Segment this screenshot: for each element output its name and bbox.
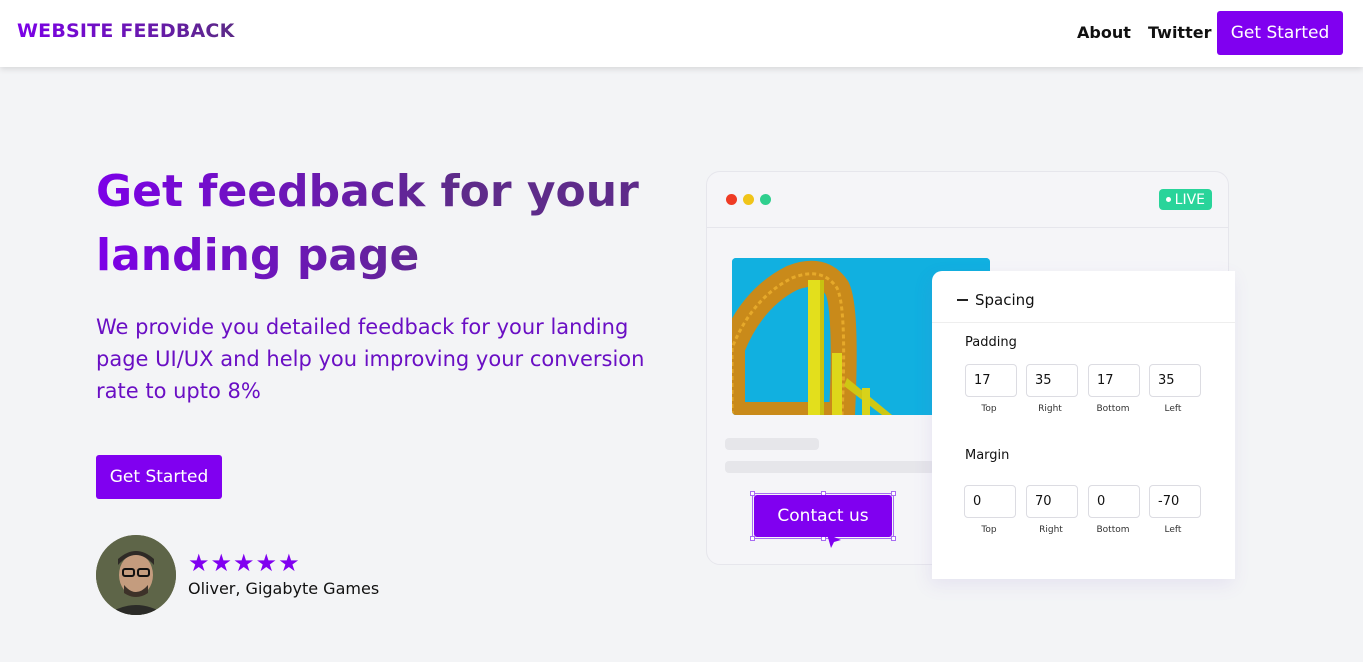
maximize-dot-icon [760,194,771,205]
rating-stars-icon: ★★★★★ [188,549,301,577]
avatar-portrait-icon [96,535,176,615]
pointer-cursor-icon [827,534,841,548]
nav-link-twitter[interactable]: Twitter [1148,23,1211,42]
padding-bottom-caption: Bottom [1096,404,1130,414]
margin-label: Margin [965,448,1010,463]
margin-top-caption: Top [981,525,997,535]
live-badge: LIVE [1158,189,1212,210]
window-titlebar: LIVE [707,172,1228,228]
margin-bottom-caption: Bottom [1096,525,1130,535]
margin-left-input[interactable]: -70 [1149,485,1201,518]
placeholder-line [725,438,819,450]
hero-subtitle: We provide you detailed feedback for you… [96,315,645,403]
nav-link-about[interactable]: About [1077,23,1131,42]
margin-top-input[interactable]: 0 [964,485,1016,518]
minimize-dot-icon [743,194,754,205]
margin-right-input[interactable]: 70 [1026,485,1078,518]
testimonial-author: Oliver, Gigabyte Games [188,579,380,598]
resize-handle-icon[interactable] [891,491,896,496]
top-navbar: WEBSITE FEEDBACK About Twitter Get Start… [0,0,1363,67]
padding-bottom-input[interactable]: 17 [1088,364,1140,397]
padding-label: Padding [965,335,1017,350]
padding-left-caption: Left [1164,404,1182,414]
hero-get-started-button[interactable]: Get Started [96,455,222,499]
resize-handle-icon[interactable] [750,536,755,541]
padding-left-input[interactable]: 35 [1149,364,1201,397]
live-dot-icon [1165,197,1171,202]
margin-bottom-input[interactable]: 0 [1088,485,1140,518]
brand-logo[interactable]: WEBSITE FEEDBACK [17,20,235,42]
padding-right-caption: Right [1038,404,1062,414]
margin-left-caption: Left [1164,525,1182,535]
padding-top-caption: Top [981,404,997,414]
spacing-panel-header[interactable]: Spacing [932,271,1235,323]
padding-right-input[interactable]: 35 [1026,364,1078,397]
margin-right-caption: Right [1039,525,1063,535]
close-dot-icon [726,194,737,205]
nav-get-started-button[interactable]: Get Started [1217,11,1343,55]
avatar [96,535,176,615]
spacing-panel-title: Spacing [975,291,1035,309]
collapse-minus-icon[interactable] [957,299,968,301]
contact-us-button[interactable]: Contact us [754,495,892,537]
resize-handle-icon[interactable] [891,536,896,541]
spacing-panel: Spacing Padding 17 35 17 35 Top Right Bo… [932,271,1235,579]
padding-top-input[interactable]: 17 [965,364,1017,397]
live-badge-label: LIVE [1174,191,1205,208]
hero-title: Get feedback for your landing page [96,160,696,288]
placeholder-line [725,461,935,473]
